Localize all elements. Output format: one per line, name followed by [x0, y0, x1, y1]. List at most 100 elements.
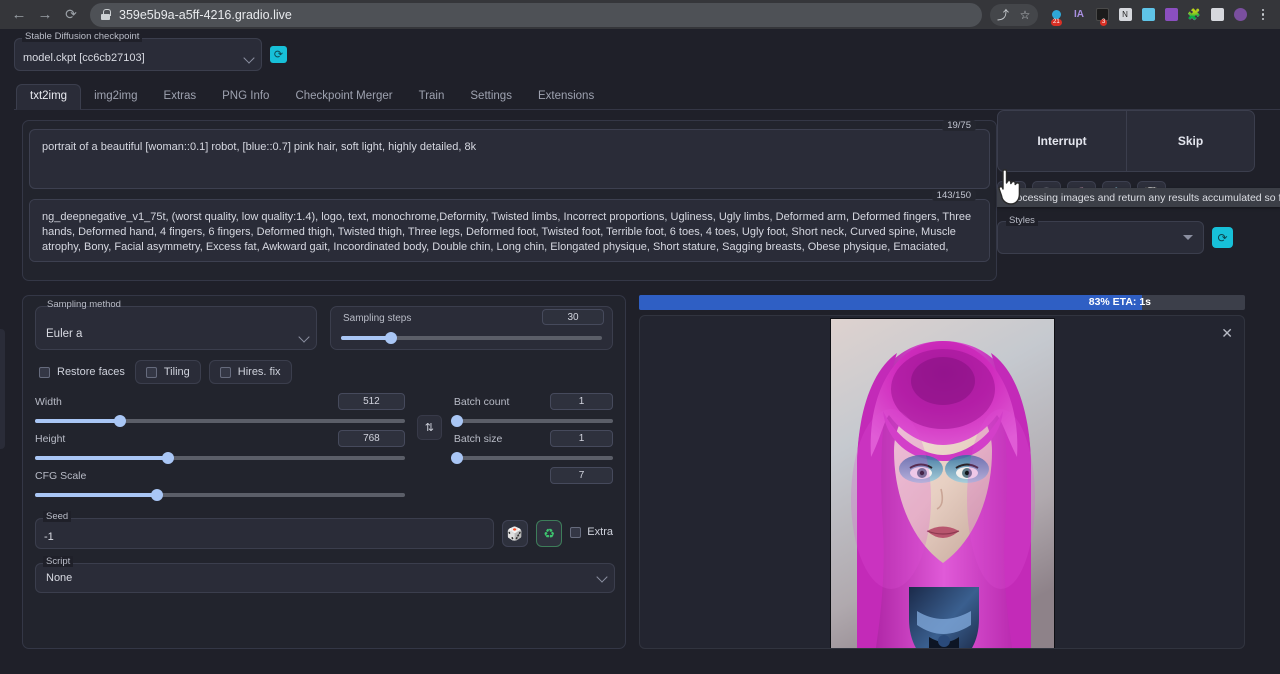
star-icon[interactable]: ☆ — [1014, 4, 1036, 26]
script-label: Script — [43, 556, 73, 567]
styles-dropdown[interactable]: Styles — [997, 221, 1204, 254]
refresh-checkpoints-button[interactable]: ⟳ — [270, 46, 287, 63]
skip-button[interactable]: Skip — [1126, 111, 1254, 171]
kebab-menu-icon[interactable] — [1252, 4, 1274, 26]
tab-extensions[interactable]: Extensions — [525, 85, 607, 109]
seed-value: -1 — [44, 531, 54, 543]
sampling-steps-slider-group: Sampling steps 30 — [330, 306, 613, 350]
seed-input[interactable]: Seed -1 — [35, 518, 494, 549]
checkbox-box — [39, 367, 50, 378]
generated-image[interactable] — [830, 318, 1055, 649]
back-arrow-icon[interactable]: ← — [6, 2, 32, 28]
split-view-icon[interactable] — [1206, 4, 1228, 26]
batch-count-value[interactable]: 1 — [550, 393, 613, 410]
height-slider[interactable] — [35, 456, 405, 460]
interrupt-button[interactable]: Interrupt — [998, 111, 1126, 171]
cfg-scale-label: CFG Scale — [35, 470, 86, 482]
tab-img2img[interactable]: img2img — [81, 85, 150, 109]
width-slider[interactable] — [35, 419, 405, 423]
toggles-row: Restore faces Tiling Hires. fix — [35, 360, 613, 384]
puzzle-icon[interactable]: 🧩 — [1183, 4, 1205, 26]
share-icon[interactable]: ⤴ — [992, 4, 1014, 26]
tiling-label: Tiling — [164, 366, 190, 378]
tiling-checkbox[interactable]: Tiling — [135, 360, 201, 384]
tab-png-info[interactable]: PNG Info — [209, 85, 282, 109]
tab-train[interactable]: Train — [406, 85, 458, 109]
checkpoint-dropdown[interactable]: Stable Diffusion checkpoint model.ckpt [… — [14, 38, 262, 71]
batch-size-slider[interactable] — [454, 456, 613, 460]
tab-checkpoint-merger[interactable]: Checkpoint Merger — [282, 85, 405, 109]
interrupt-tooltip: rocessing images and return any results … — [997, 188, 1280, 207]
recycle-icon[interactable]: ♻ — [536, 520, 562, 547]
tab-extras[interactable]: Extras — [151, 85, 210, 109]
cfg-scale-slider[interactable] — [35, 493, 405, 497]
negative-prompt-input[interactable] — [29, 199, 990, 262]
cfg-scale-value-group: 7 — [454, 467, 613, 504]
script-dropdown[interactable]: Script None — [35, 563, 615, 593]
notion-icon[interactable]: N — [1114, 4, 1136, 26]
chevron-down-icon — [243, 52, 254, 63]
results-panel: 83% ETA: 1s ✕ — [639, 295, 1249, 649]
share-bookmark-group: ⤴ ☆ — [990, 4, 1038, 26]
forward-arrow-icon[interactable]: → — [32, 2, 58, 28]
lower-section: Sampling method Euler a Sampling steps 3… — [0, 295, 1280, 649]
sampling-method-dropdown[interactable]: Sampling method Euler a — [35, 306, 317, 350]
restore-faces-checkbox[interactable]: Restore faces — [35, 361, 135, 383]
image-extension-icon[interactable] — [1137, 4, 1159, 26]
profile-avatar-icon[interactable] — [1229, 4, 1251, 26]
sampling-steps-value[interactable]: 30 — [542, 309, 604, 325]
cfg-scale-value[interactable]: 7 — [550, 467, 613, 484]
height-slider-group: Height 768 — [35, 430, 405, 467]
height-label: Height — [35, 433, 65, 445]
dimensions-batch-row: Width 512 Height 768 — [35, 393, 613, 504]
progress-status-text: 83% ETA: 1s — [1089, 295, 1245, 310]
address-bar[interactable]: 359e5b9a-a5ff-4216.gradio.live — [90, 3, 982, 27]
seed-row: Seed -1 🎲 ♻ Extra — [35, 518, 613, 549]
parameters-panel: Sampling method Euler a Sampling steps 3… — [22, 295, 626, 649]
dice-icon[interactable]: 🎲 — [502, 520, 528, 547]
width-slider-group: Width 512 — [35, 393, 405, 430]
lock-icon — [100, 9, 111, 20]
chevron-down-icon — [298, 331, 309, 342]
progress-fill — [639, 295, 1142, 310]
batch-size-value[interactable]: 1 — [550, 430, 613, 447]
checkpoint-row: Stable Diffusion checkpoint model.ckpt [… — [0, 29, 1280, 71]
batch-group: Batch count 1 Batch size 1 — [454, 393, 613, 504]
negative-prompt-wrap: 143/150 — [29, 199, 990, 262]
batch-size-label: Batch size — [454, 433, 502, 445]
extension-badge-icon[interactable]: 21 — [1045, 4, 1067, 26]
tab-settings[interactable]: Settings — [457, 85, 525, 109]
extra-seed-checkbox[interactable]: Extra — [570, 526, 613, 538]
positive-prompt-input[interactable] — [29, 129, 990, 189]
prompt-panel: 19/75 143/150 — [22, 120, 997, 281]
styles-label: Styles — [1006, 215, 1038, 226]
script-value: None — [46, 572, 72, 584]
height-value[interactable]: 768 — [338, 430, 405, 447]
ia-extension-icon[interactable]: IA — [1068, 4, 1090, 26]
batch-count-slider[interactable] — [454, 419, 613, 423]
dark-reader-badge-count: 3 — [1100, 19, 1107, 26]
reload-icon[interactable]: ⟳ — [58, 2, 84, 28]
sampling-method-label: Sampling method — [44, 299, 124, 310]
hires-fix-checkbox[interactable]: Hires. fix — [209, 360, 292, 384]
hires-fix-label: Hires. fix — [238, 366, 281, 378]
tab-txt2img[interactable]: txt2img — [16, 84, 81, 110]
swap-dimensions-icon[interactable]: ⇅ — [417, 415, 442, 440]
styles-row: Styles ⟳ — [997, 221, 1255, 254]
extension-badge-count: 21 — [1051, 19, 1062, 26]
generate-controls: Interrupt Skip ↙ 🗑 🌸 📋 💾 Styles ⟳ — [997, 110, 1255, 254]
width-value[interactable]: 512 — [338, 393, 405, 410]
webui-app: Stable Diffusion checkpoint model.ckpt [… — [0, 29, 1280, 674]
close-icon[interactable]: ✕ — [1221, 326, 1233, 340]
left-edge-panel-handle[interactable] — [0, 329, 5, 449]
onenote-icon[interactable] — [1160, 4, 1182, 26]
dark-reader-icon[interactable]: 3 — [1091, 4, 1113, 26]
refresh-styles-button[interactable]: ⟳ — [1212, 227, 1233, 248]
positive-token-counter: 19/75 — [942, 120, 976, 131]
chevron-down-icon — [596, 571, 607, 582]
negative-token-counter: 143/150 — [932, 190, 976, 201]
extra-label: Extra — [587, 526, 613, 538]
sampler-steps-row: Sampling method Euler a Sampling steps 3… — [35, 306, 613, 350]
checkbox-box — [570, 527, 581, 538]
sampling-steps-slider[interactable] — [341, 336, 602, 340]
